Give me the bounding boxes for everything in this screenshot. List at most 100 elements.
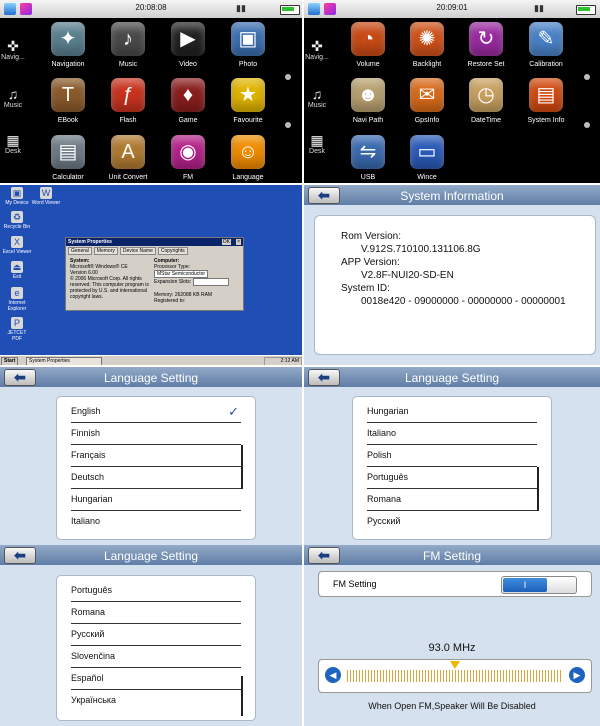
page-title: FM Setting: [422, 549, 482, 563]
close-button[interactable]: ×: [236, 239, 241, 245]
desktop-icon-recycle-bin[interactable]: ♻ Recycle Bin: [2, 211, 32, 230]
app-gpsinfo[interactable]: ✉ GpsInfo: [397, 78, 457, 124]
language-item-english[interactable]: English ✓: [71, 401, 241, 423]
app-video[interactable]: ▶ Video: [158, 22, 218, 68]
language-item-hungarian[interactable]: Hungarian: [71, 489, 241, 511]
language-label: Italiano: [71, 516, 101, 526]
app-favourite[interactable]: ★ Favourite: [218, 78, 278, 124]
clock: 20:08:08: [135, 3, 167, 12]
computer-section: Computer: Processor Type: MStar Semicond…: [154, 258, 240, 304]
app-system-info[interactable]: ▤ System Info: [516, 78, 576, 124]
app-backlight[interactable]: ✺ Backlight: [397, 22, 457, 68]
app-calibration[interactable]: ✎ Calibration: [516, 22, 576, 68]
sidebar-item-music[interactable]: ♫ Music: [304, 86, 330, 109]
app-fm[interactable]: ◉ FM: [158, 135, 218, 181]
language-item-portugues[interactable]: Português: [71, 580, 241, 602]
app-wince[interactable]: ▭ Wince: [397, 135, 457, 181]
app-language[interactable]: ☺ Language: [218, 135, 278, 181]
app-game[interactable]: ♦ Game: [158, 78, 218, 124]
gpsinfo-icon: ✉: [410, 78, 444, 112]
tab-memory[interactable]: Memory: [93, 247, 118, 255]
app-label: Calculator: [52, 174, 84, 181]
app-unit-convert[interactable]: A Unit Convert: [98, 135, 158, 181]
frequency-tuner[interactable]: ◀ ▶: [318, 659, 592, 693]
sidebar-item-music[interactable]: ♫ Music: [0, 86, 26, 109]
music-icon: ♫: [7, 86, 19, 102]
language-item-romana[interactable]: Romana: [71, 602, 241, 624]
expansion-label: Expansion Slots:: [154, 279, 192, 285]
ok-button[interactable]: OK: [221, 239, 231, 245]
signal-icon: ▮▮: [534, 3, 544, 13]
app-label: Navi Path: [352, 117, 384, 124]
language-item-espanol[interactable]: Español: [71, 668, 241, 690]
tune-up-button[interactable]: ▶: [569, 667, 585, 683]
language-item-italiano[interactable]: Italiano: [367, 423, 537, 445]
wince-icon: ▭: [410, 135, 444, 169]
app-usb[interactable]: ⇋ USB: [338, 135, 398, 181]
taskbar-clock: 2:12 AM: [264, 357, 302, 365]
app-navigation[interactable]: ✦ Navigation: [38, 22, 98, 68]
tune-down-button[interactable]: ◀: [325, 667, 341, 683]
app-volume[interactable]: ◔ Volume: [338, 22, 398, 68]
app-navi-path[interactable]: ☻ Navi Path: [338, 78, 398, 124]
app-music[interactable]: ♪ Music: [98, 22, 158, 68]
language-label: Français: [71, 450, 106, 460]
app-label: Restore Set: [467, 61, 505, 68]
language-item-polish[interactable]: Polish: [367, 445, 537, 467]
status-bar: 20:09:01 ▮▮: [304, 0, 600, 18]
app-calculator[interactable]: ▤ Calculator: [38, 135, 98, 181]
app-photo[interactable]: ▣ Photo: [218, 22, 278, 68]
tab-general[interactable]: General: [68, 247, 92, 255]
tab-device-name[interactable]: Device Name: [119, 247, 156, 255]
sidebar-label: Navig...: [1, 54, 25, 61]
desktop-icon-label: Word Viewer: [31, 200, 61, 206]
sidebar-item-desk[interactable]: ▦ Desk: [0, 132, 26, 155]
scrollbar[interactable]: [241, 445, 243, 489]
scrollbar[interactable]: [537, 467, 539, 511]
language-item-russian[interactable]: Русский: [71, 624, 241, 646]
desktop-icon-exit[interactable]: ⏏ Exit: [2, 261, 32, 280]
language-item-hungarian[interactable]: Hungarian: [367, 401, 537, 423]
start-button[interactable]: Start: [1, 357, 19, 365]
language-item-italiano[interactable]: Italiano: [71, 511, 241, 532]
language-item-deutsch[interactable]: Deutsch: [71, 467, 241, 489]
desktop-icon-my-device[interactable]: ▣ My Device: [2, 187, 32, 206]
language-item-russian[interactable]: Русский: [367, 511, 537, 532]
app-ebook[interactable]: T EBook: [38, 78, 98, 124]
language-item-portugues[interactable]: Português: [367, 467, 537, 489]
app-restore-set[interactable]: ↻ Restore Set: [456, 22, 516, 68]
header-bar: ⬅ Language Setting: [304, 367, 600, 387]
frequency-scale: [347, 670, 563, 682]
app-datetime[interactable]: ◷ DateTime: [456, 78, 516, 124]
scrollbar[interactable]: [241, 676, 243, 716]
datetime-icon: ◷: [469, 78, 503, 112]
sidebar-item-navigation[interactable]: ✜ Navig...: [304, 38, 330, 61]
desktop-icon-excel-viewer[interactable]: X Excel Viewer: [2, 236, 32, 255]
system-info-icon: ▤: [529, 78, 563, 112]
fm-toggle[interactable]: I: [501, 576, 577, 594]
language-label: Русский: [367, 516, 401, 526]
sidebar-item-navigation[interactable]: ✜ Navig...: [0, 38, 26, 61]
expansion-select[interactable]: [192, 278, 229, 286]
taskbar-item-system-properties[interactable]: System Properties: [26, 357, 102, 365]
language-item-slovencina[interactable]: Slovenčina: [71, 646, 241, 668]
app-label: EBook: [57, 117, 79, 124]
language-label: Italiano: [367, 428, 397, 438]
language-item-ukrainian[interactable]: Українська: [71, 690, 241, 711]
desktop-icon-internet-explorer[interactable]: e Internet Explorer: [2, 287, 32, 312]
fm-setting-label: FM Setting: [333, 579, 377, 589]
app-flash[interactable]: ƒ Flash: [98, 78, 158, 124]
desktop-icon-jetcet-pdf[interactable]: P JETCET PDF: [2, 317, 32, 342]
language-list: English ✓ Finnish Français Deutsch Hungar…: [56, 396, 256, 540]
tab-copyrights[interactable]: Copyrights: [157, 247, 188, 255]
desktop-icon-word-viewer[interactable]: W Word Viewer: [31, 187, 61, 206]
language-item-francais[interactable]: Français: [71, 445, 241, 467]
language-item-finnish[interactable]: Finnish: [71, 423, 241, 445]
page-indicator-dot: [584, 122, 590, 128]
frequency-marker[interactable]: [450, 661, 460, 669]
fm-icon: ◉: [171, 135, 205, 169]
sidebar-item-desk[interactable]: ▦ Desk: [304, 132, 330, 155]
desk-icon: ▦: [310, 132, 324, 148]
language-item-romana[interactable]: Romana: [367, 489, 537, 511]
language-label: Português: [367, 472, 409, 482]
